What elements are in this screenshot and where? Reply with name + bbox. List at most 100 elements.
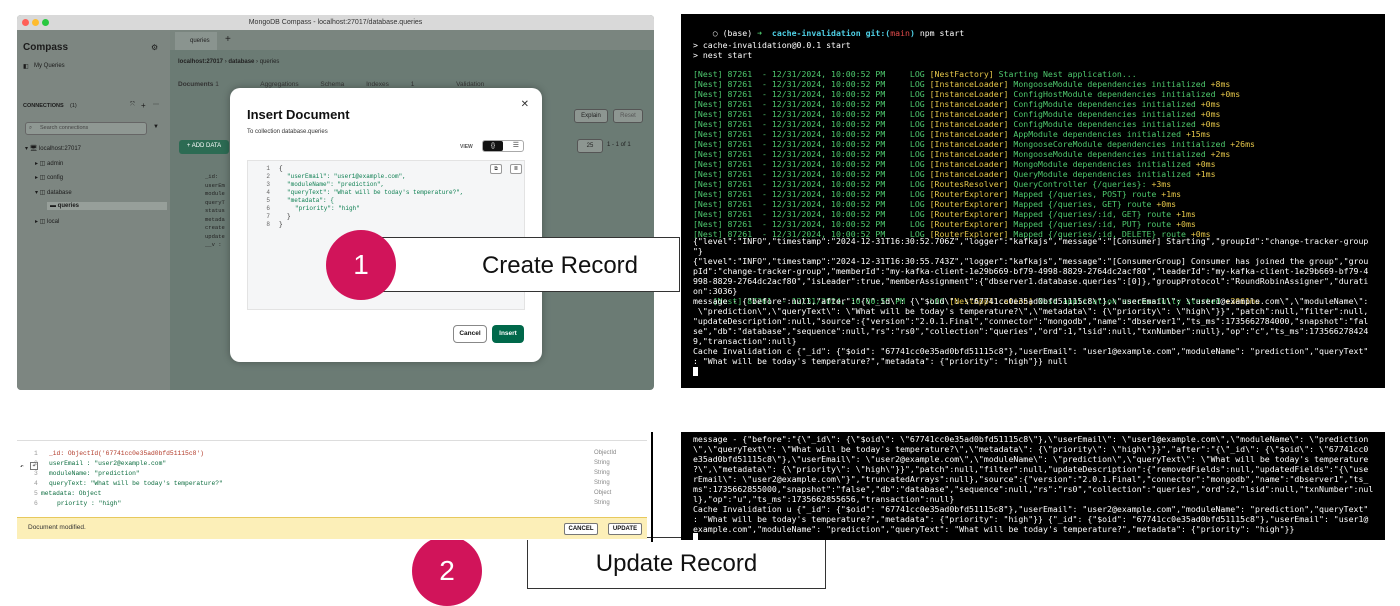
field-type: String — [594, 480, 610, 486]
tree-item-database[interactable]: ▾ ◫ database — [35, 189, 72, 196]
tab-schema[interactable]: Schema — [320, 81, 344, 88]
tab-validation[interactable]: Validation — [456, 81, 484, 88]
line-number: 3 — [266, 181, 270, 188]
cdc-line: 9,"transaction":null} — [693, 336, 797, 346]
field-type: ObjectId — [594, 450, 617, 456]
new-tab-icon[interactable]: + — [225, 34, 231, 45]
log-message: MongooseModule dependencies initialized — [1008, 149, 1206, 159]
cancel-button[interactable]: Cancel — [453, 325, 487, 343]
tab-queries[interactable]: queries — [175, 32, 217, 50]
reset-button[interactable]: Reset — [613, 109, 643, 123]
tree-item-local[interactable]: ▸ ◫ local — [35, 218, 59, 225]
log-line: [Nest] 87261 - 12/31/2024, 10:00:52 PM L… — [693, 209, 1196, 219]
add-data-button[interactable]: + ADD DATA — [179, 140, 229, 154]
cdc-update-line: ms":1735662855000,"snapshot":"false","db… — [693, 484, 1374, 494]
tree-item-host[interactable]: ▾ 🖥 localhost:27017 — [25, 145, 81, 152]
prompt-branch: main — [890, 28, 910, 38]
field-text: queryText: "What will be today's tempera… — [49, 480, 223, 487]
log-message: MongoModule dependencies initialized — [1008, 159, 1191, 169]
cancel-update-button[interactable]: CANCEL — [564, 523, 598, 535]
log-line: [Nest] 87261 - 12/31/2024, 10:00:52 PM L… — [693, 139, 1255, 149]
tab-documents[interactable]: Documents 1 — [178, 81, 239, 88]
explain-button[interactable]: Explain — [574, 109, 608, 123]
log-prefix: [Nest] 87261 - 12/31/2024, 10:00:52 PM L… — [693, 99, 930, 109]
gear-icon[interactable]: ⚙ — [151, 43, 158, 52]
log-line: [Nest] 87261 - 12/31/2024, 10:00:52 PM L… — [693, 199, 1176, 209]
field-type: String — [594, 460, 610, 466]
log-message: Mapped {/queries/:id, GET} route — [1008, 209, 1172, 219]
copy-icon[interactable]: ⧉ — [490, 164, 502, 174]
maximize-window-icon[interactable] — [42, 19, 49, 26]
step-1-badge: 1 — [326, 230, 396, 300]
collapse-icon[interactable]: ⤧ — [130, 102, 135, 109]
bg-field: create — [205, 224, 225, 231]
log-message: ConfigHostModule dependencies initialize… — [1008, 89, 1216, 99]
step-2-badge: 2 — [412, 536, 482, 606]
format-icon[interactable]: ≣ — [510, 164, 522, 174]
minimize-window-icon[interactable] — [32, 19, 39, 26]
cursor — [693, 533, 698, 540]
log-context: [InstanceLoader] — [929, 159, 1009, 169]
cdc-line: "updateDescription":null,"source":{"vers… — [693, 316, 1369, 326]
page-size-select[interactable]: 25 — [577, 139, 603, 153]
kafka-log-line: {"level":"INFO","timestamp":"2024-12-31T… — [693, 256, 1369, 266]
divider — [17, 440, 647, 441]
bg-field: userEm — [205, 181, 225, 189]
search-connections-input[interactable]: ⌕ Search connections — [25, 122, 147, 135]
tree-item-admin[interactable]: ▸ ◫ admin — [35, 160, 63, 167]
prompt-git-end: ) — [909, 28, 915, 38]
line-number: 6 — [266, 205, 270, 212]
add-data-label: ADD DATA — [191, 143, 222, 149]
breadcrumb-host[interactable]: localhost:27017 — [178, 59, 223, 65]
cdc-line: \"prediction\",\"queryText\": \"What wil… — [693, 306, 1369, 316]
log-timing: +0ms — [1195, 119, 1221, 129]
cdc-update-line: Cache Invalidation u {"_id": {"$oid": "6… — [693, 504, 1369, 514]
document-modified-text: Document modified. — [28, 524, 86, 531]
create-record-text: Create Record — [481, 252, 639, 279]
line-number: 5 — [266, 197, 270, 204]
kafka-log-line: {"level":"INFO","timestamp":"2024-12-31T… — [693, 236, 1369, 246]
tab-aggregations[interactable]: Aggregations — [260, 81, 298, 88]
breadcrumb-db[interactable]: database — [228, 59, 254, 65]
log-message: QueryModule dependencies initialized — [1008, 169, 1191, 179]
list-view-button[interactable]: ☰ — [513, 141, 519, 151]
log-context: [RouterExplorer] — [929, 219, 1009, 229]
field-line-number: 2 — [34, 460, 38, 467]
log-prefix: [Nest] 87261 - 12/31/2024, 10:00:52 PM L… — [693, 139, 930, 149]
field-type: String — [594, 470, 610, 476]
close-window-icon[interactable] — [22, 19, 29, 26]
field-line-number: 1 — [34, 450, 38, 457]
tree-label: queries — [57, 203, 80, 209]
tab-indexes[interactable]: Indexes 1 — [366, 81, 434, 88]
tab-count: 1 — [215, 81, 219, 88]
update-button[interactable]: UPDATE — [608, 523, 642, 535]
terminal-create: ○ (base) ➜ cache-invalidation git:(main)… — [681, 14, 1385, 388]
tree-item-queries[interactable]: ▬ queries — [47, 202, 167, 210]
revert-icon[interactable]: ↶ — [20, 463, 24, 470]
my-queries-link[interactable]: My Queries — [34, 63, 65, 69]
tab-bar: queries + — [170, 30, 654, 50]
tab-label: Documents — [178, 81, 214, 88]
cdc-line: message - {"before":null,"after":"{\"_id… — [693, 296, 1369, 306]
log-prefix: [Nest] 87261 - 12/31/2024, 10:00:52 PM L… — [693, 119, 930, 129]
collection-subtabs: Documents 1 Aggregations Schema Indexes … — [178, 81, 504, 88]
insert-button[interactable]: Insert — [492, 325, 524, 343]
line-number: 2 — [266, 173, 270, 180]
close-icon[interactable]: ✕ — [521, 99, 529, 110]
filter-icon[interactable]: ▼ — [153, 124, 159, 130]
bg-field: _id: — [205, 173, 219, 180]
kafka-log-line: 998-8829-2764dc2acf80","isLeader":true,"… — [693, 276, 1369, 286]
log-message: ConfigModule dependencies initialized — [1008, 119, 1196, 129]
add-connection-icon[interactable]: + — [141, 101, 146, 110]
tab-label: Indexes — [366, 81, 389, 88]
json-view-button[interactable]: {} — [483, 141, 503, 151]
log-prefix: [Nest] 87261 - 12/31/2024, 10:00:52 PM L… — [693, 109, 930, 119]
field-text: priority : "high" — [57, 500, 122, 507]
tree-item-config[interactable]: ▸ ◫ config — [35, 174, 63, 181]
window-title-text: MongoDB Compass - localhost:27017/databa… — [248, 19, 423, 26]
log-timing: +0ms — [1151, 199, 1177, 209]
log-line: [Nest] 87261 - 12/31/2024, 10:00:52 PM L… — [693, 189, 1181, 199]
prompt-command: npm start — [919, 28, 965, 38]
log-prefix: [Nest] 87261 - 12/31/2024, 10:00:52 PM L… — [693, 169, 930, 179]
more-icon[interactable]: ⋯ — [153, 101, 159, 108]
